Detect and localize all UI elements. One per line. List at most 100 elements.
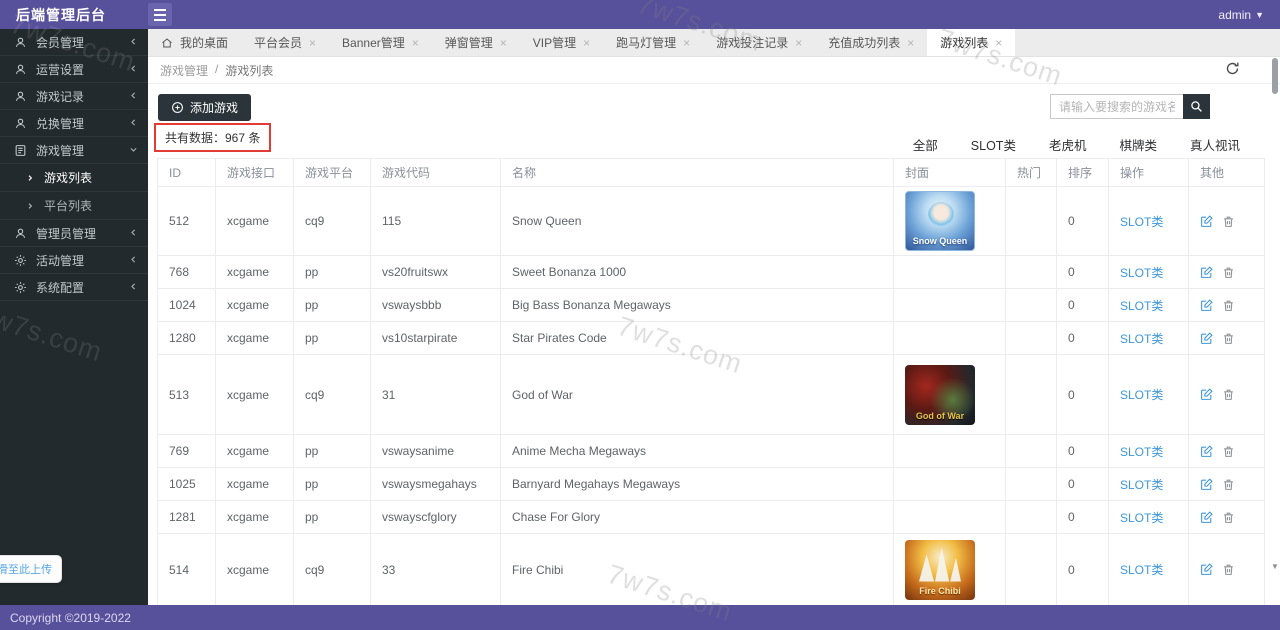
chevron-left-icon [129,35,138,49]
scrollbar-down-arrow[interactable]: ▼ [1271,562,1279,571]
filter-真人视讯[interactable]: 真人视讯 [1190,135,1240,154]
breadcrumb-parent[interactable]: 游戏管理 [160,62,208,79]
chevron-down-icon [129,143,138,157]
close-icon[interactable]: × [683,37,690,49]
sidebar-subitem-游戏列表[interactable]: 游戏列表 [0,164,148,192]
edit-icon[interactable] [1200,299,1213,312]
cell-actions [1189,534,1265,606]
row-actions [1200,478,1253,491]
category-link[interactable]: SLOT类 [1120,511,1163,525]
column-header-其他: 其他 [1189,159,1265,187]
scrollbar-thumb[interactable] [1272,58,1278,94]
tab-Banner管理[interactable]: Banner管理× [329,29,432,56]
add-game-button[interactable]: 添加游戏 [158,94,251,121]
filter-SLOT类[interactable]: SLOT类 [971,135,1016,154]
delete-icon[interactable] [1222,266,1235,279]
tab-VIP管理[interactable]: VIP管理× [520,29,603,56]
sidebar-toggle-button[interactable] [148,3,172,26]
cell-sort: 0 [1057,289,1109,322]
category-link[interactable]: SLOT类 [1120,445,1163,459]
search-button[interactable] [1183,94,1210,119]
edit-icon[interactable] [1200,266,1213,279]
sidebar-item-游戏管理[interactable]: 游戏管理 [0,137,148,164]
sidebar-item-游戏记录[interactable]: 游戏记录 [0,83,148,110]
delete-icon[interactable] [1222,388,1235,401]
cell-platform: pp [294,289,371,322]
close-icon[interactable]: × [412,37,419,49]
cell-name: Sweet Bonanza 1000 [501,256,894,289]
category-link[interactable]: SLOT类 [1120,215,1163,229]
category-link[interactable]: SLOT类 [1120,266,1163,280]
category-link[interactable]: SLOT类 [1120,388,1163,402]
close-icon[interactable]: × [583,37,590,49]
cell-api: xcgame [216,501,294,534]
sidebar-item-管理员管理[interactable]: 管理员管理 [0,220,148,247]
sidebar-item-运营设置[interactable]: 运营设置 [0,56,148,83]
close-icon[interactable]: × [500,37,507,49]
filter-棋牌类[interactable]: 棋牌类 [1119,135,1157,154]
search-input[interactable] [1050,94,1183,119]
delete-icon[interactable] [1222,511,1235,524]
cell-sort: 0 [1057,187,1109,256]
cell-code: vs20fruitswx [371,256,501,289]
cell-hot [1006,468,1057,501]
delete-icon[interactable] [1222,299,1235,312]
delete-icon[interactable] [1222,563,1235,576]
tab-平台会员[interactable]: 平台会员× [241,29,329,56]
cell-name: God of War [501,355,894,435]
edit-icon[interactable] [1200,563,1213,576]
tab-游戏列表[interactable]: 游戏列表× [927,29,1015,56]
delete-icon[interactable] [1222,215,1235,228]
category-link[interactable]: SLOT类 [1120,299,1163,313]
user-menu[interactable]: admin ▼ [1218,8,1264,22]
breadcrumb-separator: / [215,62,218,79]
chevron-left-icon [129,226,138,240]
close-icon[interactable]: × [995,37,1002,49]
table-row: 1024xcgameppvswaysbbbBig Bass Bonanza Me… [158,289,1265,322]
tab-充值成功列表[interactable]: 充值成功列表× [815,29,927,56]
tab-label: 跑马灯管理 [616,34,676,51]
delete-icon[interactable] [1222,478,1235,491]
table-row: 1025xcgameppvswaysmegahaysBarnyard Megah… [158,468,1265,501]
refresh-icon[interactable] [1225,61,1240,79]
category-link[interactable]: SLOT类 [1120,332,1163,346]
close-icon[interactable]: × [907,37,914,49]
tab-弹窗管理[interactable]: 弹窗管理× [432,29,520,56]
cell-category: SLOT类 [1109,322,1189,355]
edit-icon[interactable] [1200,511,1213,524]
sidebar-item-会员管理[interactable]: 会员管理 [0,29,148,56]
table-row: 1281xcgameppvswayscfgloryChase For Glory… [158,501,1265,534]
sidebar-item-活动管理[interactable]: 活动管理 [0,247,148,274]
user-icon [14,63,27,76]
sidebar-item-label: 游戏管理 [36,142,120,159]
tab-游戏投注记录[interactable]: 游戏投注记录× [703,29,815,56]
close-icon[interactable]: × [309,37,316,49]
cell-hot [1006,187,1057,256]
edit-icon[interactable] [1200,478,1213,491]
edit-icon[interactable] [1200,215,1213,228]
tab-跑马灯管理[interactable]: 跑马灯管理 × [603,29,703,56]
sidebar-subitem-平台列表[interactable]: 平台列表 [0,192,148,220]
breadcrumb: 游戏管理 / 游戏列表 [160,62,273,79]
filter-全部[interactable]: 全部 [913,135,938,154]
edit-icon[interactable] [1200,332,1213,345]
cell-hot [1006,435,1057,468]
delete-icon[interactable] [1222,332,1235,345]
edit-icon[interactable] [1200,388,1213,401]
gear-icon [14,281,27,294]
upload-drop-hint[interactable]: 滑至此上传 [0,555,62,583]
sidebar-item-兑换管理[interactable]: 兑换管理 [0,110,148,137]
cover-title: God of War [916,411,964,425]
category-link[interactable]: SLOT类 [1120,563,1163,577]
filter-老虎机[interactable]: 老虎机 [1049,135,1087,154]
cell-api: xcgame [216,435,294,468]
tab-我的桌面[interactable]: 我的桌面 [148,29,241,56]
sidebar-item-系统配置[interactable]: 系统配置 [0,274,148,301]
sidebar-subitem-label: 游戏列表 [44,169,92,186]
edit-icon[interactable] [1200,445,1213,458]
vertical-scrollbar[interactable]: ▼ [1271,58,1279,603]
column-header-游戏平台: 游戏平台 [294,159,371,187]
close-icon[interactable]: × [795,37,802,49]
category-link[interactable]: SLOT类 [1120,478,1163,492]
delete-icon[interactable] [1222,445,1235,458]
